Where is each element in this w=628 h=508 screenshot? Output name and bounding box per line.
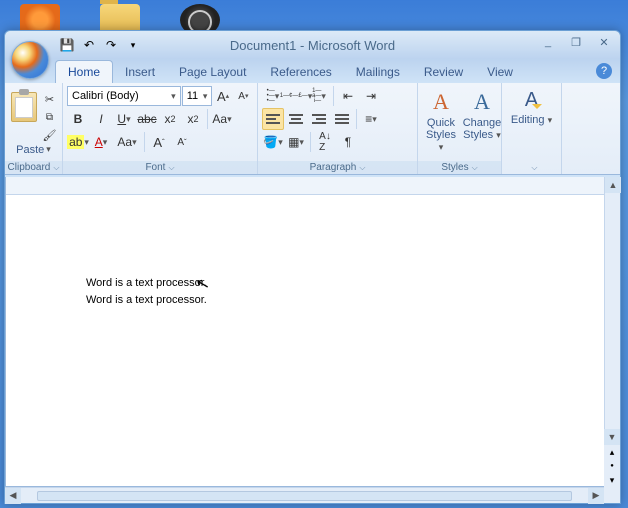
decrease-indent-button[interactable]: ⇤: [337, 85, 359, 107]
copy-button[interactable]: ⧉: [41, 110, 59, 126]
align-center-button[interactable]: [285, 108, 307, 130]
superscript-button[interactable]: x2: [182, 108, 204, 130]
grow-font-alt[interactable]: Aˆ: [148, 131, 170, 153]
paste-button[interactable]: [9, 88, 39, 144]
tab-home[interactable]: Home: [55, 60, 113, 83]
text-line[interactable]: Word is a text processor.: [86, 292, 524, 309]
justify-button[interactable]: [331, 108, 353, 130]
tab-review[interactable]: Review: [412, 61, 475, 83]
paste-split[interactable]: Paste▾: [16, 144, 51, 156]
shrink-font-alt[interactable]: Aˇ: [171, 131, 193, 153]
strike-button[interactable]: abc: [136, 108, 158, 130]
redo-button[interactable]: ↷: [101, 35, 121, 55]
scroll-up-button[interactable]: ▲: [605, 177, 621, 193]
cut-button[interactable]: ✂: [41, 92, 59, 108]
tab-references[interactable]: References: [258, 61, 343, 83]
increase-indent-button[interactable]: ⇥: [360, 85, 382, 107]
ribbon: ✂ ⧉ 🖌 Paste▾ Clipboard Calibri (Body)▾ 1…: [5, 83, 620, 175]
show-marks-button[interactable]: ¶: [337, 131, 359, 153]
text-line[interactable]: Word is a text processor.: [86, 275, 524, 292]
quick-access-toolbar: 💾 ↶ ↷ ▾: [57, 35, 143, 55]
change-styles-icon: A: [474, 89, 490, 115]
editing-button[interactable]: A Editing ▾: [507, 87, 556, 128]
next-page-button[interactable]: ▾: [604, 473, 620, 487]
document-area[interactable]: Word is a text processor. Word is a text…: [5, 177, 604, 487]
paste-label: Paste: [16, 144, 44, 156]
group-label-paragraph[interactable]: Paragraph: [258, 161, 417, 174]
font-size-combo[interactable]: 11▾: [182, 86, 213, 106]
highlight-button[interactable]: ab▾: [67, 131, 89, 153]
ruler[interactable]: [6, 177, 604, 195]
group-label-clipboard[interactable]: Clipboard: [5, 161, 62, 174]
editing-label: Editing: [511, 114, 545, 126]
align-right-button[interactable]: [308, 108, 330, 130]
group-paragraph: ▾ ▾ ▾ ⇤ ⇥ ≡▾ 🪣▾ ▦▾: [258, 83, 418, 174]
line-spacing-button[interactable]: ≡▾: [360, 108, 382, 130]
italic-button[interactable]: I: [90, 108, 112, 130]
word-window: 💾 ↶ ↷ ▾ Document1 - Microsoft Word _ ❐ ✕…: [4, 30, 621, 504]
save-button[interactable]: 💾: [57, 35, 77, 55]
group-label-font[interactable]: Font: [63, 161, 257, 174]
tab-mailings[interactable]: Mailings: [344, 61, 412, 83]
group-font: Calibri (Body)▾ 11▾ A▴ A▾ B I U▾ abc x2 …: [63, 83, 258, 174]
font-name-combo[interactable]: Calibri (Body)▾: [67, 86, 181, 106]
clear-formatting-button[interactable]: Aa▾: [113, 131, 141, 153]
hscroll-track[interactable]: [21, 490, 588, 502]
group-clipboard: ✂ ⧉ 🖌 Paste▾ Clipboard: [5, 83, 63, 174]
subscript-button[interactable]: x2: [159, 108, 181, 130]
editing-icon: A: [525, 89, 538, 112]
underline-button[interactable]: U▾: [113, 108, 135, 130]
scroll-left-button[interactable]: ◀: [5, 488, 21, 504]
close-button[interactable]: ✕: [592, 33, 616, 51]
sort-button[interactable]: A↓Z: [314, 131, 336, 153]
font-color-button[interactable]: A▾: [90, 131, 112, 153]
help-button[interactable]: ?: [596, 63, 612, 79]
undo-button[interactable]: ↶: [79, 35, 99, 55]
quick-styles-icon: A: [433, 89, 449, 115]
group-styles: A Quick Styles ▾ A Change Styles ▾ Style…: [418, 83, 502, 174]
tab-page-layout[interactable]: Page Layout: [167, 61, 258, 83]
title-bar[interactable]: 💾 ↶ ↷ ▾ Document1 - Microsoft Word _ ❐ ✕: [5, 31, 620, 59]
browse-object-button[interactable]: ●: [604, 459, 620, 473]
tab-view[interactable]: View: [475, 61, 525, 83]
numbering-button[interactable]: ▾: [285, 85, 307, 107]
group-editing: A Editing ▾: [502, 83, 562, 174]
format-painter-button[interactable]: 🖌: [41, 128, 59, 144]
quick-styles-button[interactable]: A Quick Styles ▾: [422, 87, 460, 155]
font-name-value: Calibri (Body): [72, 90, 139, 102]
bold-button[interactable]: B: [67, 108, 89, 130]
document-page[interactable]: Word is a text processor. Word is a text…: [6, 195, 604, 388]
font-size-value: 11: [187, 90, 198, 102]
tab-insert[interactable]: Insert: [113, 61, 167, 83]
group-label-styles[interactable]: Styles: [418, 161, 501, 174]
change-styles-button[interactable]: A Change Styles ▾: [462, 87, 502, 143]
change-case-button[interactable]: Aa▾: [211, 108, 233, 130]
scroll-right-button[interactable]: ▶: [588, 488, 604, 504]
borders-button[interactable]: ▦▾: [285, 131, 307, 153]
window-title: Document1 - Microsoft Word: [230, 38, 395, 53]
qat-customize[interactable]: ▾: [123, 35, 143, 55]
prev-page-button[interactable]: ▴: [604, 445, 620, 459]
multilevel-button[interactable]: ▾: [308, 85, 330, 107]
hscroll-thumb[interactable]: [37, 491, 572, 501]
shading-button[interactable]: 🪣▾: [262, 131, 284, 153]
minimize-button[interactable]: _: [536, 33, 560, 51]
quick-styles-label: Quick Styles: [426, 117, 456, 141]
ribbon-tabs: Home Insert Page Layout References Maili…: [5, 59, 620, 83]
scroll-corner: [604, 487, 620, 503]
clipboard-icon: [11, 92, 37, 122]
vertical-scrollbar[interactable]: ▲: [604, 177, 620, 445]
horizontal-scrollbar[interactable]: ◀ ▶: [5, 487, 604, 503]
maximize-button[interactable]: ❐: [564, 33, 588, 51]
scroll-down-button[interactable]: ▼: [604, 429, 620, 445]
browse-controls: ▼ ▴ ● ▾: [604, 429, 620, 487]
shrink-font-button[interactable]: A▾: [234, 85, 253, 107]
office-button[interactable]: [11, 41, 49, 79]
group-label-editing: [502, 161, 561, 174]
grow-font-button[interactable]: A▴: [213, 85, 232, 107]
align-left-button[interactable]: [262, 108, 284, 130]
